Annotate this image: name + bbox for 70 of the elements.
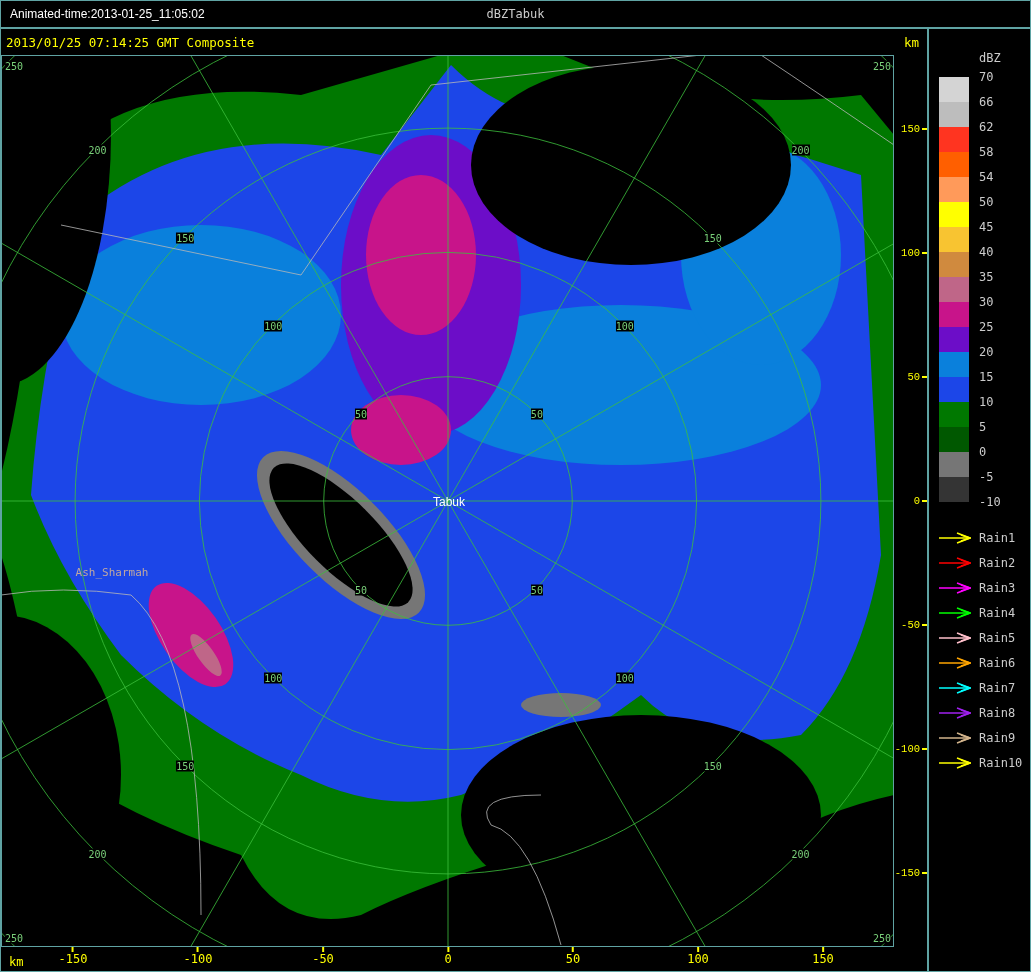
axis-unit: km: [9, 955, 24, 969]
scale-label: 45: [979, 219, 995, 236]
range-ring-label: 200: [791, 848, 810, 860]
axis-tick-label: -100: [894, 743, 920, 755]
scale-label: 0: [979, 444, 988, 461]
track-label: Rain8: [979, 705, 1016, 720]
axis-tick-label: 0: [444, 952, 452, 966]
track-label: Rain5: [979, 630, 1016, 645]
scale-label: 40: [979, 244, 995, 261]
range-ring-label: 200: [791, 144, 810, 156]
place-label: Tabuk: [433, 495, 465, 509]
window-title: dBZTabuk: [486, 7, 545, 21]
scale-label: 25: [979, 319, 995, 336]
track-label: Rain4: [979, 605, 1016, 620]
scale-label: 10: [979, 394, 995, 411]
axis-unit: km: [903, 34, 919, 50]
scale-label: -10: [979, 494, 1001, 511]
range-ring-label: 250: [872, 932, 892, 944]
axis-tick-label: -150: [58, 952, 88, 966]
range-ring-label: 150: [176, 760, 195, 772]
axis-tick-label: -150: [894, 867, 920, 879]
axis-tick-label: 100: [901, 247, 920, 259]
range-ring-label: 250: [872, 60, 892, 72]
axis-tick-label: 150: [901, 123, 920, 135]
range-ring-label: 250: [4, 60, 24, 72]
axis-tick-label: 50: [565, 952, 581, 966]
axis-tick-label: -50: [901, 619, 920, 631]
track-label: Rain1: [979, 530, 1016, 545]
place-label: Ash_Sharmah: [75, 565, 149, 579]
range-ring-label: 50: [355, 408, 368, 420]
range-ring-label: 50: [530, 584, 543, 596]
range-ring-label: 150: [703, 760, 722, 772]
scale-label: 66: [979, 94, 995, 111]
legend-title: dBZ: [979, 51, 1001, 65]
scale-label: 54: [979, 169, 995, 186]
animated-time-text: Animated-time:2013-01-25_11:05:02: [9, 7, 205, 21]
scale-label: 62: [979, 119, 995, 136]
range-ring-label: 50: [355, 584, 368, 596]
scale-label: -5: [979, 469, 995, 486]
track-label: Rain3: [979, 580, 1016, 595]
track-label: Rain10: [979, 755, 1023, 770]
axis-tick-label: 50: [907, 371, 920, 383]
scale-label: 50: [979, 194, 995, 211]
range-ring-label: 100: [264, 320, 283, 332]
range-ring-label: 150: [176, 232, 195, 244]
range-ring-label: 200: [88, 144, 107, 156]
range-ring-label: 100: [615, 320, 634, 332]
range-ring-label: 150: [703, 232, 722, 244]
range-ring-label: 100: [615, 672, 634, 684]
scale-label: 20: [979, 344, 995, 361]
track-label: Rain2: [979, 555, 1016, 570]
axis-tick-label: -50: [312, 952, 334, 966]
track-label: Rain9: [979, 730, 1016, 745]
scale-label: 70: [979, 69, 995, 86]
scale-label: 35: [979, 269, 995, 286]
timestamp-text: 2013/01/25 07:14:25 GMT Composite: [6, 34, 255, 50]
scale-label: 58: [979, 144, 995, 161]
range-ring-label: 200: [88, 848, 107, 860]
axis-tick-label: -100: [183, 952, 213, 966]
range-ring-label: 50: [530, 408, 543, 420]
axis-tick-label: 0: [913, 495, 920, 507]
axis-tick-label: 100: [687, 952, 709, 966]
scale-label: 30: [979, 294, 995, 311]
track-label: Rain6: [979, 655, 1016, 670]
range-ring-label: 100: [264, 672, 283, 684]
range-ring-label: 250: [4, 932, 24, 944]
scale-label: 5: [979, 419, 988, 436]
axis-tick-label: 150: [812, 952, 834, 966]
track-label: Rain7: [979, 680, 1016, 695]
scale-label: 15: [979, 369, 995, 386]
